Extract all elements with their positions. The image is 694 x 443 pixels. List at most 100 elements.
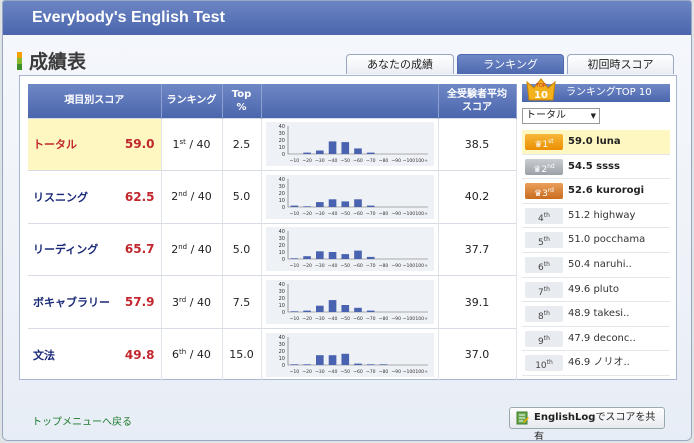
ranking-category-select[interactable]: トータル ▼ xyxy=(522,108,600,124)
histogram-y-tick: 40 xyxy=(278,229,284,235)
histogram-x-tick: ~50 xyxy=(340,316,350,322)
table-header-row: 項目別スコア ランキング Top% 全受験者平均 スコア xyxy=(28,84,517,118)
header-top-percent: Top% xyxy=(222,84,262,118)
ranking-list-item: ♛3rd 52.6 kurorogi xyxy=(522,179,670,204)
histogram-x-tick: ~30 xyxy=(314,316,324,322)
chevron-down-icon: ▼ xyxy=(590,112,596,120)
histogram-x-tick: ~60 xyxy=(353,369,363,375)
top-percent-cell: 5.0 xyxy=(222,222,262,276)
histogram-x-tick: ~20 xyxy=(302,369,312,375)
rank-cell: 3rd / 40 xyxy=(161,275,223,329)
histogram-x-tick: ~10 xyxy=(289,211,299,217)
histogram-x-tick: ~10 xyxy=(289,158,299,164)
top-percent-cell: 15.0 xyxy=(222,327,262,381)
score-histogram: 403020100 ~10 ~20 ~30 ~40 ~50 ~60 ~70 ~80 ~90 ~100… xyxy=(265,174,434,219)
histogram-y-tick: 0 xyxy=(281,310,284,316)
rank-entry-text: 59.0 luna xyxy=(568,136,621,147)
histogram-y-tick: 0 xyxy=(281,205,284,211)
score-table: 項目別スコア ランキング Top% 全受験者平均 スコア トータル 59.0 1st … xyxy=(28,84,517,381)
histogram-x-tick: ~100 xyxy=(402,211,415,217)
histogram-bar xyxy=(328,199,336,207)
histogram-bar xyxy=(328,141,336,155)
average-cell: 38.5 xyxy=(438,117,517,171)
histogram-y-tick: 20 xyxy=(278,243,284,249)
histogram-x-tick: ~100 xyxy=(402,369,415,375)
main-content: 成績表 あなたの成績 ランキング 初回時スコア 項目別スコア ランキング Top… xyxy=(3,35,691,440)
histogram-x-tick: ~90 xyxy=(391,158,401,164)
score-histogram: 403020100 ~10 ~20 ~30 ~40 ~50 ~60 ~70 ~80 ~90 ~100… xyxy=(265,122,434,167)
top-percent-cell: 7.5 xyxy=(222,275,262,329)
histogram-bar xyxy=(340,201,349,207)
top10-badge-label: TOP xyxy=(535,83,546,89)
histogram-y-tick: 40 xyxy=(278,282,284,288)
tab-your-score[interactable]: あなたの成績 xyxy=(346,54,454,74)
rank-entry-text: 46.9 ノリオ.. xyxy=(568,357,630,369)
histogram-bar xyxy=(340,142,349,155)
ranking-list: ♛1st 59.0 luna ♛2nd 54.5 ssss ♛3rd 52.6 kuror… xyxy=(522,130,670,376)
histogram-y-tick: 40 xyxy=(278,335,284,341)
ranking-list-item: 5th 51.0 pocchama xyxy=(522,228,670,253)
histogram-x-tick: ~30 xyxy=(314,263,324,269)
rank-cell: 1st / 40 xyxy=(161,117,223,171)
rank-entry-text: 54.5 ssss xyxy=(568,160,620,172)
histogram-y-tick: 10 xyxy=(278,198,284,204)
histogram-bar xyxy=(366,205,375,207)
histogram-x-tick: ~50 xyxy=(340,263,350,269)
histogram-x-tick: ~80 xyxy=(378,316,388,322)
histogram-cell: 40 30 20 10 0 ~10 ~20 ~30 ~40 ~50 ~60 ~70 ~80 ~90 ~100… xyxy=(261,222,439,276)
rank-badge: 8th xyxy=(525,306,563,323)
histogram-x-tick: ~10 xyxy=(289,263,299,269)
category-name: リーディング xyxy=(33,243,99,257)
rank-cell: 2nd / 40 xyxy=(161,222,223,276)
histogram-x-tick: ~80 xyxy=(378,158,388,164)
average-cell: 37.7 xyxy=(438,222,517,276)
rank-badge: 4th xyxy=(525,207,563,224)
histogram-bar xyxy=(290,205,298,207)
histogram-x-tick: 100+ xyxy=(415,369,428,375)
histogram-x-tick: 100+ xyxy=(415,263,428,269)
ranking-panel: ランキングTOP 10 TOP 10 トータル ▼ ♛1st 59.0 luna ♛2… xyxy=(522,78,670,376)
histogram-y-tick: 30 xyxy=(278,184,284,190)
histogram-x-tick: 100+ xyxy=(415,316,428,322)
histogram-bar xyxy=(302,364,311,365)
category-cell: リスニング 62.5 xyxy=(28,170,162,224)
histogram-bar xyxy=(340,254,349,260)
histogram-x-tick: ~70 xyxy=(365,369,375,375)
histogram-y-tick: 0 xyxy=(281,257,284,263)
histogram-y-tick: 20 xyxy=(278,296,284,302)
histogram-x-tick: ~50 xyxy=(340,158,350,164)
rank-cell: 6th / 40 xyxy=(161,327,223,381)
histogram-y-tick: 20 xyxy=(278,138,284,144)
histogram-y-tick: 20 xyxy=(278,349,284,355)
histogram-bar xyxy=(366,310,375,313)
category-name: 文法 xyxy=(33,348,55,362)
rank-entry-text: 51.0 pocchama xyxy=(568,234,646,246)
category-score: 65.7 xyxy=(124,242,155,257)
histogram-x-tick: ~30 xyxy=(314,211,324,217)
back-to-top-menu-link[interactable]: トップメニューへ戻る xyxy=(32,413,132,428)
rank-entry-text: 48.9 takesi.. xyxy=(568,308,630,320)
tab-first-score[interactable]: 初回時スコア xyxy=(567,54,674,74)
average-cell: 37.0 xyxy=(438,327,517,381)
rank-entry-text: 50.4 naruhi.. xyxy=(568,258,632,270)
rank-badge: 7th xyxy=(525,281,563,298)
crown-icon: ♛ xyxy=(534,189,543,200)
rank-badge: 5th xyxy=(525,232,563,249)
rank-cell: 2nd / 40 xyxy=(161,170,223,224)
histogram-x-tick: ~80 xyxy=(378,263,388,269)
histogram-x-tick: 100+ xyxy=(415,211,428,217)
ranking-list-item: ♛2nd 54.5 ssss xyxy=(522,155,670,180)
histogram-bar xyxy=(328,300,336,313)
histogram-y-tick: 10 xyxy=(278,356,284,362)
histogram-x-tick: ~100 xyxy=(402,263,415,269)
ranking-list-item: ♛1st 59.0 luna xyxy=(522,130,670,155)
share-score-button[interactable]: EnglishLogでスコアを共有 xyxy=(509,407,665,440)
histogram-bar xyxy=(290,311,298,313)
tab-ranking[interactable]: ランキング xyxy=(457,54,564,74)
category-cell: 文法 49.8 xyxy=(28,327,162,381)
table-row: 文法 49.8 6th / 40 15.0 40 30 20 10 0 ~10 ~20 ~30 ~40 ~… xyxy=(28,327,517,381)
histogram-y-tick: 20 xyxy=(278,191,284,197)
histogram-x-tick: ~40 xyxy=(327,316,337,322)
englishlog-icon xyxy=(516,411,529,425)
histogram-x-tick: ~60 xyxy=(353,158,363,164)
